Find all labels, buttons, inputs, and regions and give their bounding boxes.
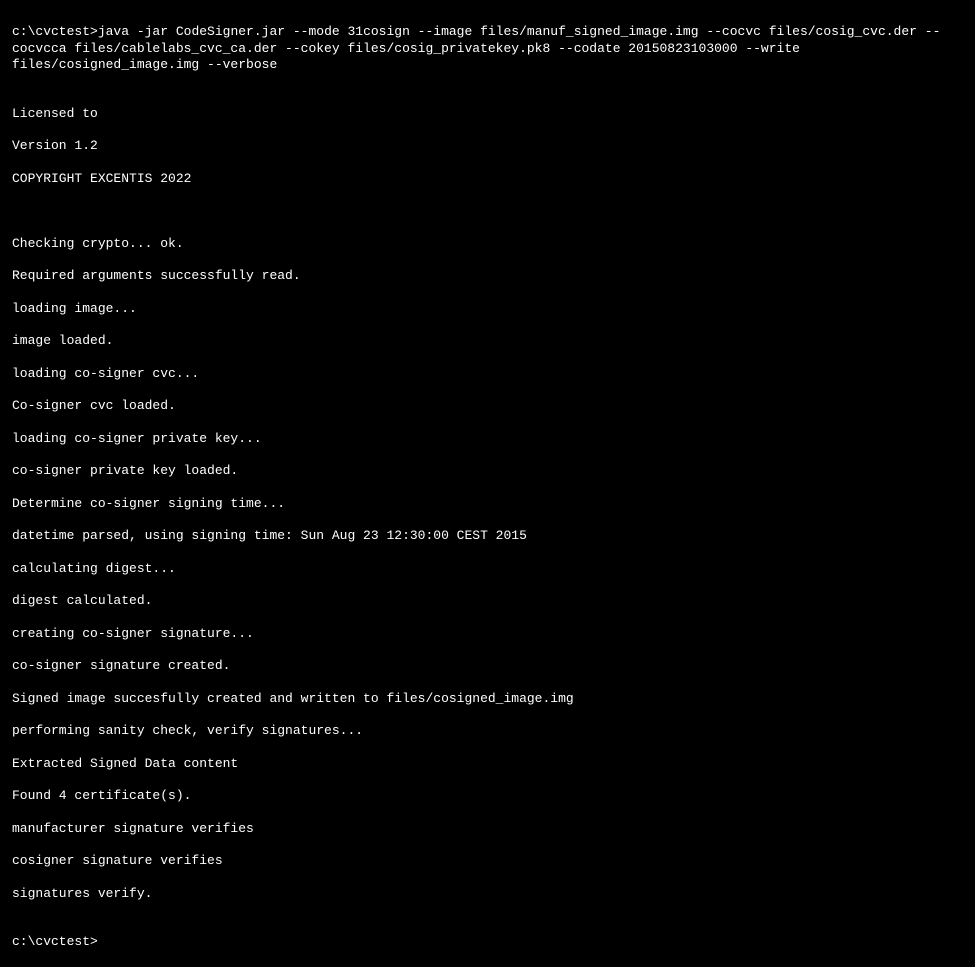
command-line: c:\cvctest>java -jar CodeSigner.jar --mo… <box>12 24 963 73</box>
output-line: COPYRIGHT EXCENTIS 2022 <box>12 171 963 187</box>
output-line: creating co-signer signature... <box>12 626 963 642</box>
output-line: image loaded. <box>12 333 963 349</box>
output-line: Licensed to <box>12 106 963 122</box>
output-line: manufacturer signature verifies <box>12 821 963 837</box>
output-line: Extracted Signed Data content <box>12 756 963 772</box>
output-line: loading co-signer cvc... <box>12 366 963 382</box>
output-line: Signed image succesfully created and wri… <box>12 691 963 707</box>
prompt: c:\cvctest> <box>12 934 98 949</box>
command-text: java -jar CodeSigner.jar --mode 31cosign… <box>12 24 940 72</box>
prompt-line[interactable]: c:\cvctest> <box>12 934 963 950</box>
output-line: calculating digest... <box>12 561 963 577</box>
output-line: Version 1.2 <box>12 138 963 154</box>
output-line: co-signer private key loaded. <box>12 463 963 479</box>
output-line: digest calculated. <box>12 593 963 609</box>
output-line: Checking crypto... ok. <box>12 236 963 252</box>
terminal-window[interactable]: c:\cvctest>java -jar CodeSigner.jar --mo… <box>12 8 963 967</box>
output-line: cosigner signature verifies <box>12 853 963 869</box>
output-line: signatures verify. <box>12 886 963 902</box>
output-line: Required arguments successfully read. <box>12 268 963 284</box>
output-line: datetime parsed, using signing time: Sun… <box>12 528 963 544</box>
output-line: performing sanity check, verify signatur… <box>12 723 963 739</box>
output-line: co-signer signature created. <box>12 658 963 674</box>
output-line: Determine co-signer signing time... <box>12 496 963 512</box>
output-line: Co-signer cvc loaded. <box>12 398 963 414</box>
output-line: loading co-signer private key... <box>12 431 963 447</box>
prompt: c:\cvctest> <box>12 24 98 39</box>
output-line: Found 4 certificate(s). <box>12 788 963 804</box>
output-line: loading image... <box>12 301 963 317</box>
